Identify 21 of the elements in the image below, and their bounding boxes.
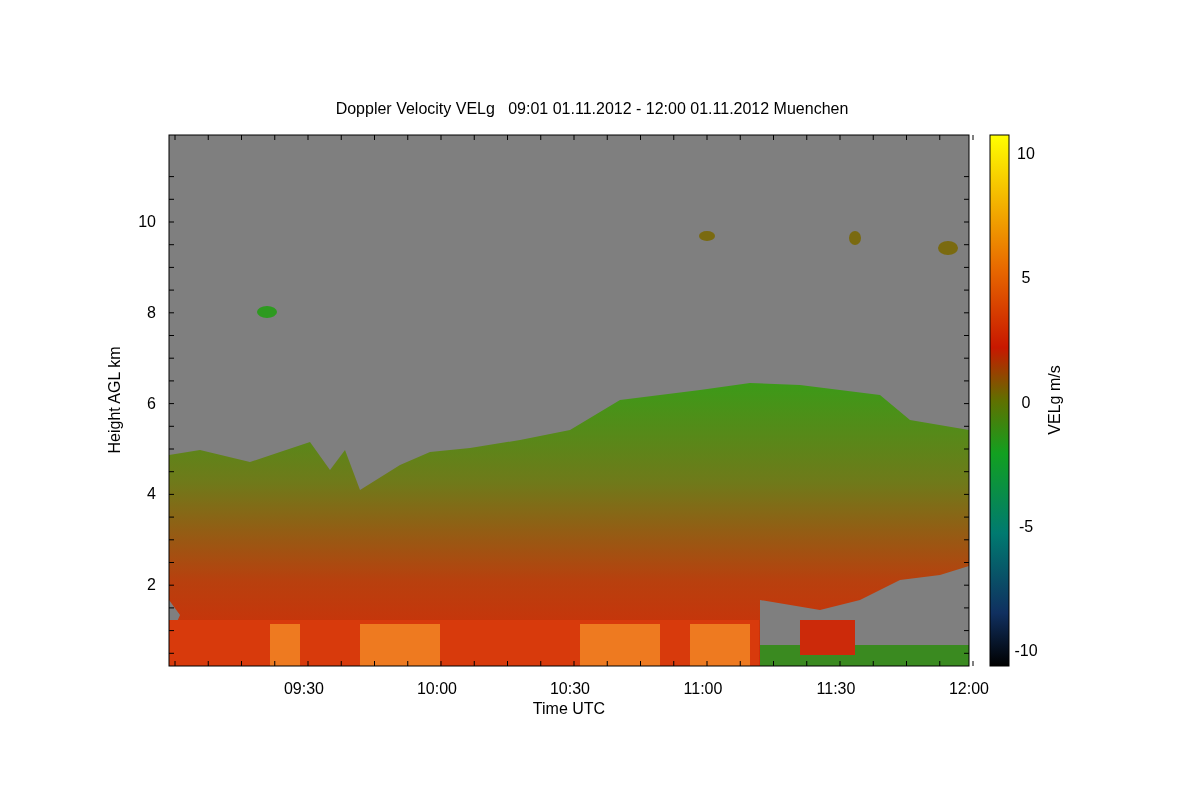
chart-title: Doppler Velocity VELg 09:01 01.11.2012 - 12:00 01.11.2012 Muenchen (335, 100, 849, 117)
y-tick-label: 4 (147, 485, 156, 503)
x-tick-label: 10:30 (550, 680, 590, 697)
colorbar-tick-label: -10 (1014, 642, 1038, 660)
y-tick-label: 8 (147, 303, 156, 321)
x-axis-label: Time UTC (532, 700, 606, 717)
y-tick-label: 6 (147, 394, 156, 412)
x-tick-label: 10:00 (417, 680, 457, 697)
x-tick-label: 09:30 (284, 680, 324, 697)
colorbar-tick-label: 0 (1021, 393, 1031, 411)
y-tick-label: 10 (138, 213, 156, 230)
colorbar-tick-label: -5 (1018, 517, 1034, 535)
x-tick-label: 11:30 (816, 680, 856, 697)
colorbar-tick-label: 10 (1017, 145, 1035, 162)
x-tick-label: 11:00 (683, 680, 723, 697)
x-tick-label: 12:00 (949, 680, 989, 697)
colorbar-label: VELg m/s (1046, 365, 1063, 435)
y-tick-label: 2 (147, 576, 156, 594)
rain-patch (800, 620, 855, 655)
colorbar-tick-label: 5 (1021, 269, 1031, 287)
y-axis-label: Height AGL km (106, 346, 123, 454)
